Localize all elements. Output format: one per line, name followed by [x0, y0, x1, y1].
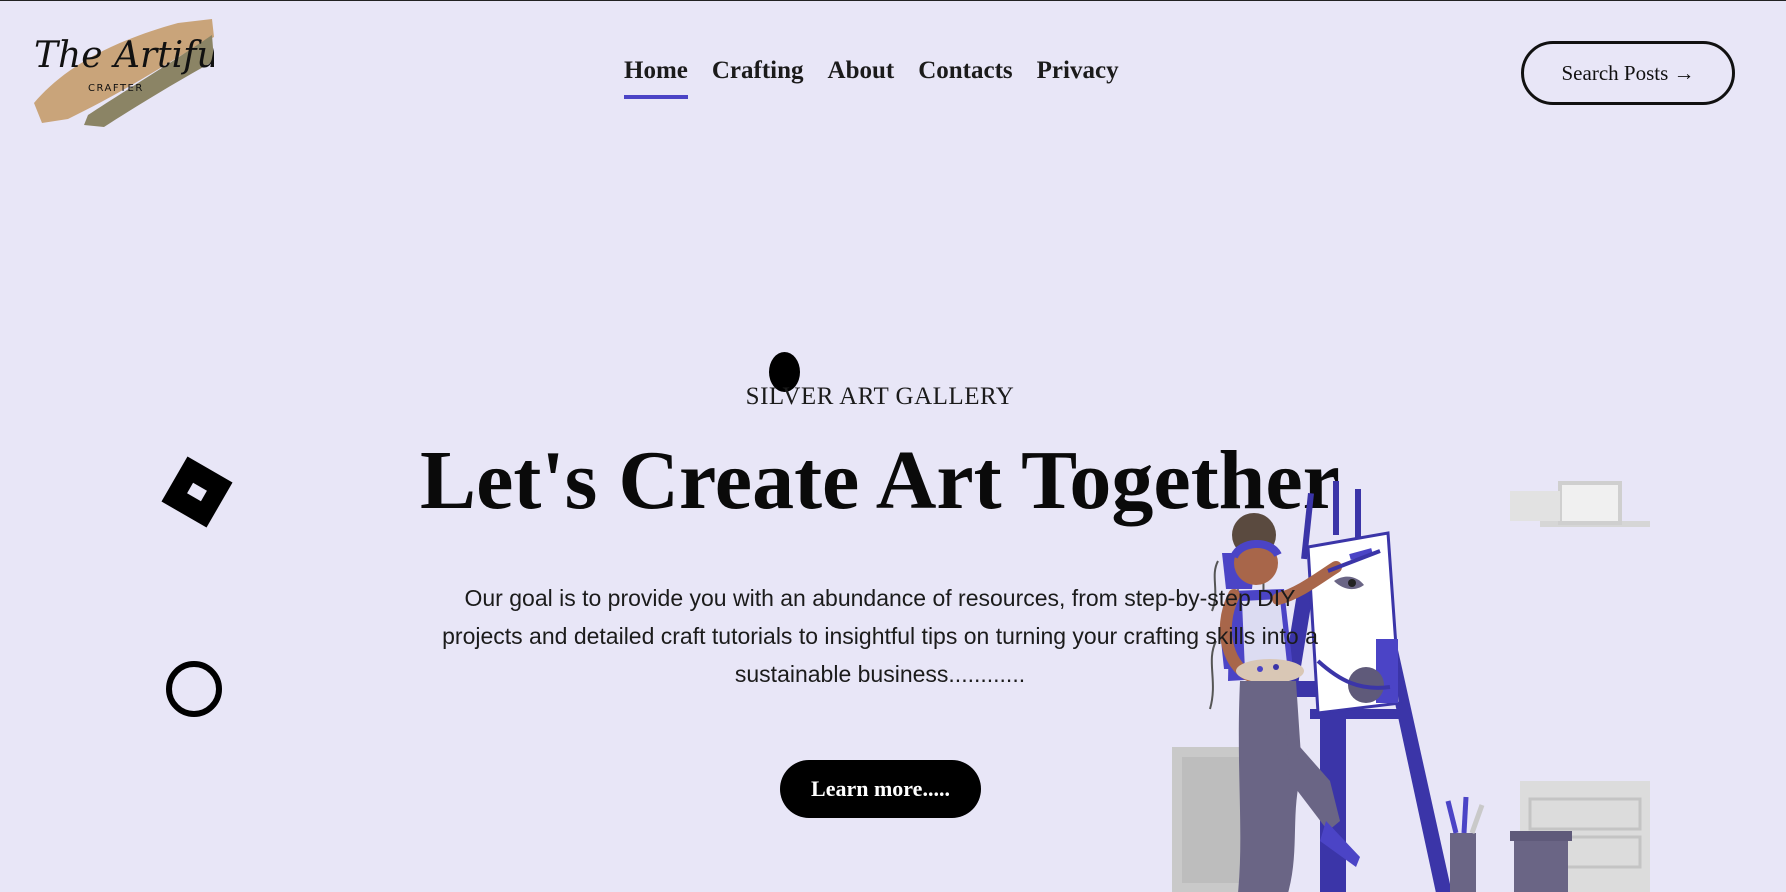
learn-more-button[interactable]: Learn more.....	[780, 760, 981, 818]
page: The Artiful CRAFTER Home Crafting About …	[0, 0, 1786, 892]
nav-item-home[interactable]: Home	[624, 57, 688, 99]
background-frame	[1558, 481, 1622, 525]
nav-item-privacy[interactable]: Privacy	[1037, 57, 1119, 99]
nav-item-contacts[interactable]: Contacts	[918, 57, 1012, 99]
logo-script: The Artiful	[34, 35, 214, 76]
decorative-ring-shape	[166, 661, 222, 717]
site-logo[interactable]: The Artiful CRAFTER	[28, 15, 214, 127]
hero-description: Our goal is to provide you with an abund…	[442, 585, 1318, 687]
search-posts-button[interactable]: Search Posts →	[1521, 41, 1735, 105]
logo-tagline: CRAFTER	[88, 83, 144, 94]
nav-item-crafting[interactable]: Crafting	[712, 57, 804, 99]
main-nav: Home Crafting About Contacts Privacy	[624, 57, 1119, 99]
brush-jar-icon	[1450, 833, 1476, 892]
paint-bucket-icon	[1514, 837, 1568, 892]
hero-eyebrow: SILVER ART GALLERY	[745, 383, 1015, 410]
nav-item-about[interactable]: About	[828, 57, 895, 99]
